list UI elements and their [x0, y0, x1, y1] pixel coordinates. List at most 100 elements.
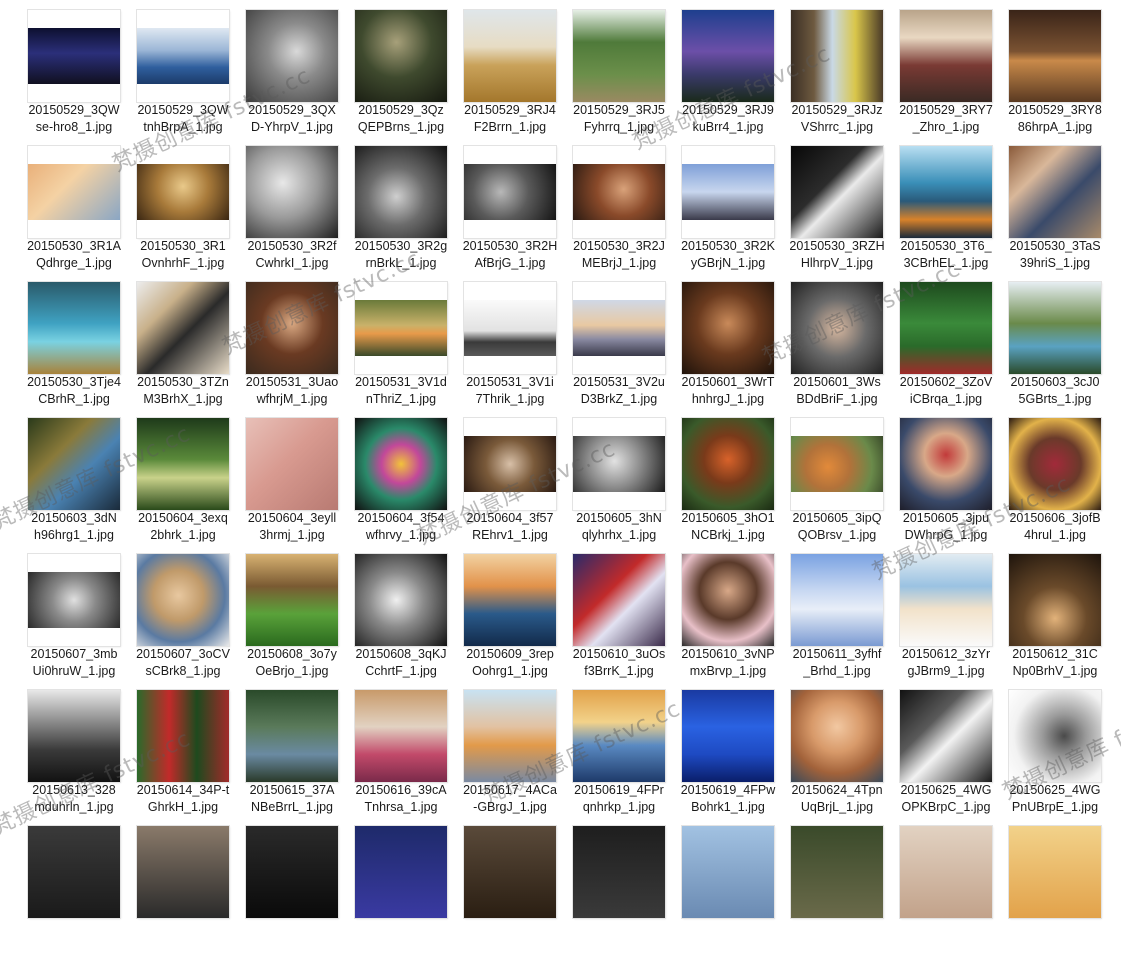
file-name-line-1: 20150530_3RZH [789, 239, 885, 253]
file-item[interactable]: 20150530_3R1 OvnhrhF_1.jpg [131, 140, 235, 276]
thumbnail-frame [1009, 554, 1101, 646]
file-item[interactable]: 20150529_3QX D-YhrpV_1.jpg [240, 4, 344, 140]
thumbnail-frame [246, 690, 338, 782]
file-name-label: 20150529_3QW se-hro8_1.jpg [22, 102, 126, 136]
file-item[interactable]: 20150529_3QW tnhBrpA_1.jpg [131, 4, 235, 140]
file-item[interactable]: 20150530_3R2K yGBrjN_1.jpg [676, 140, 780, 276]
file-item[interactable]: 20150616_39cA Tnhrsa_1.jpg [349, 684, 453, 820]
image-thumbnail [137, 28, 229, 84]
file-item[interactable]: 20150617_4ACa -GBrgJ_1.jpg [458, 684, 562, 820]
file-name-line-1: 20150611_3yfhf [792, 647, 882, 661]
file-item[interactable]: 20150606_3jofB 4hrul_1.jpg [1003, 412, 1107, 548]
file-name-label: 20150530_3R2H AfBrjG_1.jpg [458, 238, 562, 272]
file-item[interactable]: 20150529_3QW se-hro8_1.jpg [22, 4, 126, 140]
file-name-line-2: Fyhrrq_1.jpg [583, 120, 655, 134]
file-item[interactable]: 20150530_3R1A Qdhrge_1.jpg [22, 140, 126, 276]
file-item[interactable] [349, 820, 453, 956]
file-item[interactable]: 20150605_3hN qlyhrhx_1.jpg [567, 412, 671, 548]
file-item[interactable]: 20150607_3mb Ui0hruW_1.jpg [22, 548, 126, 684]
file-name-line-1: 20150530_3R1A [27, 239, 121, 253]
file-item[interactable]: 20150608_3qKJ CchrtF_1.jpg [349, 548, 453, 684]
file-item[interactable]: 20150531_3V2u D3BrkZ_1.jpg [567, 276, 671, 412]
file-name-line-1: 20150530_3R2f [247, 239, 337, 253]
file-item[interactable]: 20150607_3oCV sCBrk8_1.jpg [131, 548, 235, 684]
file-item[interactable]: 20150615_37A NBeBrrL_1.jpg [240, 684, 344, 820]
file-item[interactable]: 20150530_3TZn M3BrhX_1.jpg [131, 276, 235, 412]
file-item[interactable]: 20150619_4FPw Bohrk1_1.jpg [676, 684, 780, 820]
file-item[interactable]: 20150604_3f57 REhrv1_1.jpg [458, 412, 562, 548]
file-item[interactable]: 20150530_3R2f CwhrkI_1.jpg [240, 140, 344, 276]
file-item[interactable]: 20150603_3dN h96hrg1_1.jpg [22, 412, 126, 548]
thumbnail-frame [791, 10, 883, 102]
file-item[interactable]: 20150601_3WrT hnhrgJ_1.jpg [676, 276, 780, 412]
file-item[interactable]: 20150613_328 mduhrln_1.jpg [22, 684, 126, 820]
file-item[interactable] [458, 820, 562, 956]
file-item[interactable]: 20150603_3cJ0 5GBrts_1.jpg [1003, 276, 1107, 412]
file-item[interactable]: 20150530_3Tje4 CBrhR_1.jpg [22, 276, 126, 412]
file-item[interactable]: 20150530_3R2H AfBrjG_1.jpg [458, 140, 562, 276]
thumbnail-frame [791, 418, 883, 510]
file-item[interactable]: 20150611_3yfhf _Brhd_1.jpg [785, 548, 889, 684]
file-item[interactable]: 20150529_3RJz VShrrc_1.jpg [785, 4, 889, 140]
file-item[interactable]: 20150619_4FPr qnhrkp_1.jpg [567, 684, 671, 820]
image-thumbnail [791, 282, 883, 374]
file-item[interactable]: 20150602_3ZoV iCBrqa_1.jpg [894, 276, 998, 412]
file-item[interactable]: 20150612_3zYr gJBrm9_1.jpg [894, 548, 998, 684]
file-item[interactable]: 20150604_3f54 wfhrvy_1.jpg [349, 412, 453, 548]
file-item[interactable]: 20150529_3Qz QEPBrns_1.jpg [349, 4, 453, 140]
file-item[interactable]: 20150529_3RJ5 Fyhrrq_1.jpg [567, 4, 671, 140]
file-item[interactable]: 20150530_3R2J MEBrjJ_1.jpg [567, 140, 671, 276]
file-item[interactable]: 20150530_3R2g rnBrkL_1.jpg [349, 140, 453, 276]
file-name-label: 20150530_3R1A Qdhrge_1.jpg [22, 238, 126, 272]
file-item[interactable]: 20150610_3uOs f3BrrK_1.jpg [567, 548, 671, 684]
file-item[interactable]: 20150609_3rep Oohrg1_1.jpg [458, 548, 562, 684]
file-item[interactable]: 20150530_3TaS 39hriS_1.jpg [1003, 140, 1107, 276]
file-name-line-1: 20150530_3T6_ [900, 239, 992, 253]
file-item[interactable]: 20150529_3RJ9 kuBrr4_1.jpg [676, 4, 780, 140]
file-name-line-1: 20150530_3R2K [681, 239, 775, 253]
file-item[interactable] [567, 820, 671, 956]
file-item[interactable]: 20150529_3RY7 _Zhro_1.jpg [894, 4, 998, 140]
file-item[interactable]: 20150530_3T6_ 3CBrhEL_1.jpg [894, 140, 998, 276]
file-item[interactable]: 20150605_3jpu DWhrpG_1.jpg [894, 412, 998, 548]
file-item[interactable] [1003, 820, 1107, 956]
file-item[interactable]: 20150610_3vNP mxBrvp_1.jpg [676, 548, 780, 684]
file-item[interactable] [785, 820, 889, 956]
file-name-line-1: 20150617_4ACa [463, 783, 557, 797]
file-name-line-2: Bohrk1_1.jpg [691, 800, 765, 814]
thumbnail-frame [573, 826, 665, 918]
file-item[interactable]: 20150608_3o7y OeBrjo_1.jpg [240, 548, 344, 684]
file-item[interactable]: 20150625_4WG PnUBrpE_1.jpg [1003, 684, 1107, 820]
file-item[interactable]: 20150604_3eyll 3hrmj_1.jpg [240, 412, 344, 548]
file-item[interactable]: 20150605_3hO1 NCBrkj_1.jpg [676, 412, 780, 548]
file-name-label: 20150531_3V1i 7Thrik_1.jpg [458, 374, 562, 408]
file-item[interactable]: 20150625_4WG OPKBrpC_1.jpg [894, 684, 998, 820]
file-name-line-1: 20150530_3R1 [140, 239, 226, 253]
file-item[interactable] [676, 820, 780, 956]
file-name-line-1: 20150529_3QX [248, 103, 336, 117]
file-name-label: 20150605_3hO1 NCBrkj_1.jpg [676, 510, 780, 544]
file-item[interactable]: 20150529_3RY8 86hrpA_1.jpg [1003, 4, 1107, 140]
file-name-line-1: 20150602_3ZoV [899, 375, 993, 389]
file-item[interactable] [131, 820, 235, 956]
file-name-line-2: wfhrvy_1.jpg [365, 528, 437, 542]
image-thumbnail [900, 282, 992, 374]
file-item[interactable]: 20150531_3V1i 7Thrik_1.jpg [458, 276, 562, 412]
file-item[interactable]: 20150601_3Ws BDdBriF_1.jpg [785, 276, 889, 412]
file-item[interactable]: 20150614_34P-t GhrkH_1.jpg [131, 684, 235, 820]
file-item[interactable]: 20150530_3RZH HlhrpV_1.jpg [785, 140, 889, 276]
file-item[interactable]: 20150604_3exq 2bhrk_1.jpg [131, 412, 235, 548]
thumbnail-frame [900, 282, 992, 374]
file-item[interactable]: 20150624_4Tpn UqBrjL_1.jpg [785, 684, 889, 820]
file-item[interactable]: 20150612_31C Np0BrhV_1.jpg [1003, 548, 1107, 684]
file-item[interactable]: 20150605_3ipQ QOBrsv_1.jpg [785, 412, 889, 548]
thumbnail-frame [137, 826, 229, 918]
file-item[interactable] [894, 820, 998, 956]
file-item[interactable]: 20150531_3Uao wfhrjM_1.jpg [240, 276, 344, 412]
file-item[interactable]: 20150531_3V1d nThriZ_1.jpg [349, 276, 453, 412]
file-name-line-2: mxBrvp_1.jpg [689, 664, 767, 678]
image-thumbnail [28, 282, 120, 374]
file-item[interactable] [22, 820, 126, 956]
file-item[interactable]: 20150529_3RJ4 F2Brrn_1.jpg [458, 4, 562, 140]
file-item[interactable] [240, 820, 344, 956]
